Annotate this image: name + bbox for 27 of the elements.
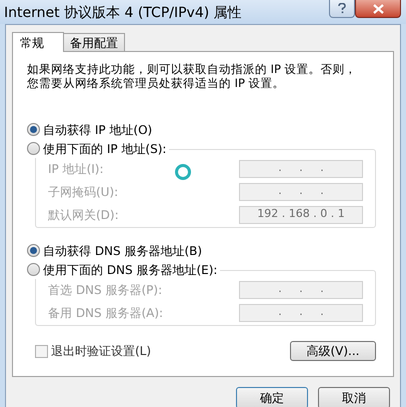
radio-label: 自动获得 IP 地址(O) bbox=[43, 122, 152, 138]
radio-label: 自动获得 DNS 服务器地址(B) bbox=[43, 242, 202, 260]
help-icon bbox=[338, 3, 346, 14]
window-title: Internet 协议版本 4 (TCP/IPv4) 属性 bbox=[4, 4, 242, 23]
field-label: 子网掩码(U): bbox=[48, 184, 118, 200]
radio-button[interactable] bbox=[27, 244, 40, 257]
field-label: 首选 DNS 服务器(P): bbox=[48, 282, 162, 298]
radio-button[interactable] bbox=[27, 142, 40, 155]
advanced-button[interactable]: 高级(V)... bbox=[290, 341, 376, 361]
radio-label: 使用下面的 DNS 服务器地址(E): bbox=[43, 262, 218, 278]
busy-cursor-icon bbox=[174, 163, 192, 181]
radio-label: 使用下面的 IP 地址(S): bbox=[43, 140, 166, 158]
close-button[interactable] bbox=[355, 0, 401, 18]
radio-button[interactable] bbox=[27, 263, 40, 276]
checkbox-label: 退出时验证设置(L) bbox=[51, 343, 152, 360]
checkbox[interactable] bbox=[35, 344, 48, 358]
tab[interactable]: 常规 bbox=[12, 32, 64, 52]
field-label: IP 地址(I): bbox=[48, 160, 104, 178]
description-text: 如果网络支持此功能，则可以获取自动指派的 IP 设置。否则，您需要从网络系统管理员处获得适当的 IP 设置。 bbox=[27, 62, 358, 90]
cancel-button[interactable]: 取消 bbox=[318, 387, 390, 407]
field-label: 默认网关(D): bbox=[48, 206, 119, 224]
radio-button[interactable] bbox=[27, 123, 40, 136]
help-button[interactable] bbox=[329, 0, 355, 18]
close-icon bbox=[372, 4, 384, 14]
tab[interactable]: 备用配置 bbox=[64, 33, 125, 51]
ok-button[interactable]: 确定 bbox=[236, 387, 308, 407]
field-label: 备用 DNS 服务器(A): bbox=[48, 304, 164, 322]
